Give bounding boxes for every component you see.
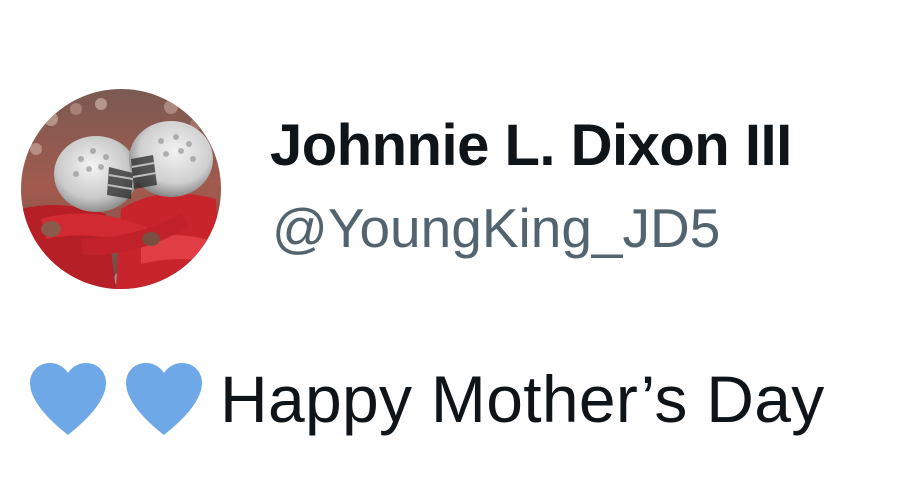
author-display-name[interactable]: Johnnie L. Dixon III [270, 113, 792, 179]
author-handle[interactable]: @YoungKing_JD5 [272, 196, 720, 260]
tweet-body: Happy Mother’s Day [26, 354, 825, 444]
blue-heart-icon [122, 361, 206, 437]
tweet-text: Happy Mother’s Day [220, 362, 825, 436]
avatar-photo-icon [21, 89, 221, 289]
avatar[interactable] [21, 89, 221, 289]
tweet-card: Johnnie L. Dixon III @YoungKing_JD5 Happ… [0, 0, 904, 490]
blue-heart-icon [26, 361, 110, 437]
